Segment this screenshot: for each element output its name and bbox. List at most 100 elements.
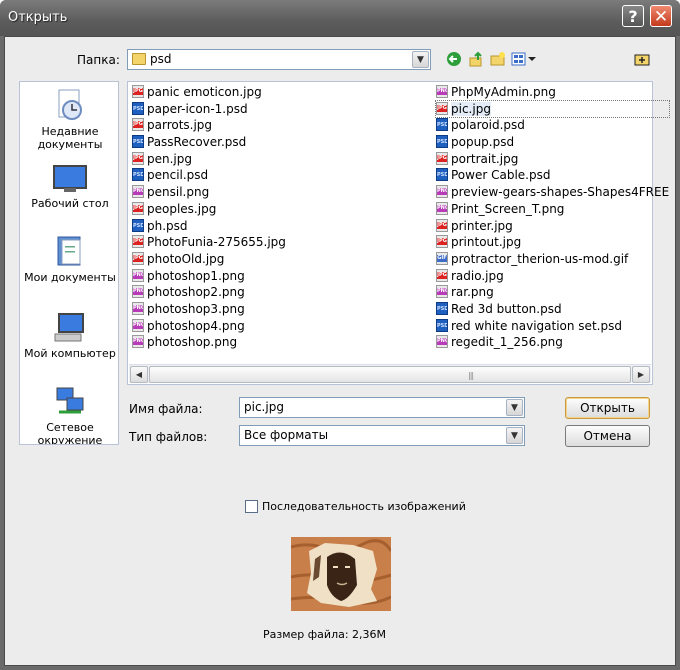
file-item[interactable]: JPG pic.jpg: [434, 99, 671, 119]
file-item[interactable]: JPG printer.jpg: [436, 218, 669, 235]
filename-input[interactable]: pic.jpg ▼: [239, 397, 525, 418]
file-name: photoOld.jpg: [147, 251, 225, 266]
file-item[interactable]: PNG photoshop.png: [132, 334, 286, 351]
file-item[interactable]: PNG photoshop4.png: [132, 318, 286, 335]
open-button[interactable]: Открыть: [565, 397, 650, 419]
file-size-label: Размер файла: 2,36M: [263, 628, 387, 641]
horizontal-scrollbar[interactable]: ◀ ||| ▶: [129, 364, 651, 383]
file-item[interactable]: PSD popup.psd: [436, 134, 669, 151]
file-name: rar.png: [451, 285, 494, 300]
dialog-body: Папка: psd ▼ Недавние документы Рабочий …: [4, 36, 676, 666]
jpg-file-icon: JPG: [436, 268, 448, 282]
file-item[interactable]: JPG photoOld.jpg: [132, 251, 286, 268]
file-name: polaroid.psd: [451, 118, 525, 133]
place-desktop[interactable]: Рабочий стол: [20, 164, 118, 210]
folder-combo[interactable]: psd ▼: [127, 49, 431, 70]
file-name: Red 3d button.psd: [451, 301, 562, 316]
png-file-icon: PNG: [132, 285, 144, 299]
file-item[interactable]: JPG peoples.jpg: [132, 201, 286, 218]
image-sequence-checkbox[interactable]: [245, 500, 258, 513]
file-column-left: JPG panic emoticon.jpg PSD paper-icon-1.psd…: [132, 84, 286, 351]
my-documents-icon: [55, 234, 85, 268]
psd-file-icon: PSD: [436, 168, 448, 182]
file-name: peoples.jpg: [147, 201, 217, 216]
file-item[interactable]: JPG pen.jpg: [132, 151, 286, 168]
place-recent-documents[interactable]: Недавние документы: [20, 88, 118, 151]
file-name: radio.jpg: [451, 268, 504, 283]
png-file-icon: PNG: [436, 335, 448, 349]
file-item[interactable]: JPG PhotoFunia-275655.jpg: [132, 234, 286, 251]
file-name: panic emoticon.jpg: [147, 85, 262, 99]
file-item[interactable]: PNG rar.png: [436, 284, 669, 301]
file-item[interactable]: PSD paper-icon-1.psd: [132, 101, 286, 118]
file-name: printer.jpg: [451, 218, 513, 233]
file-name: popup.psd: [451, 135, 515, 150]
file-item[interactable]: PNG preview-gears-shapes-Shapes4FREE: [436, 184, 669, 201]
file-item[interactable]: PSD Power Cable.psd: [436, 167, 669, 184]
back-icon[interactable]: [445, 51, 463, 69]
new-folder-icon[interactable]: [489, 51, 507, 69]
file-item[interactable]: PSD polaroid.psd: [436, 117, 669, 134]
chevron-down-icon[interactable]: ▼: [412, 51, 429, 68]
png-file-icon: PNG: [436, 185, 448, 199]
file-name: PhpMyAdmin.png: [451, 85, 556, 99]
file-item[interactable]: PNG Print_Screen_T.png: [436, 201, 669, 218]
scroll-thumb[interactable]: |||: [149, 366, 631, 383]
cancel-button[interactable]: Отмена: [565, 425, 650, 447]
place-network[interactable]: Сетевое окружение: [20, 386, 118, 445]
favorite-folder-icon[interactable]: [633, 51, 651, 69]
file-item[interactable]: PNG PhpMyAdmin.png: [436, 84, 669, 101]
file-item[interactable]: PNG pensil.png: [132, 184, 286, 201]
title-bar[interactable]: Открыть ? ✕: [0, 0, 680, 36]
file-name: preview-gears-shapes-Shapes4FREE: [451, 185, 670, 200]
scroll-left-button[interactable]: ◀: [130, 366, 148, 383]
scroll-right-button[interactable]: ▶: [632, 366, 650, 383]
jpg-file-icon: JPG: [436, 151, 448, 165]
file-item[interactable]: PSD ph.psd: [132, 218, 286, 235]
file-name: printout.jpg: [451, 235, 522, 250]
place-label: Сетевое окружение: [37, 421, 103, 445]
file-item[interactable]: PSD PassRecover.psd: [132, 134, 286, 151]
filetype-label: Тип файлов:: [129, 430, 208, 444]
file-name: portrait.jpg: [451, 151, 519, 166]
file-item[interactable]: JPG printout.jpg: [436, 234, 669, 251]
filetype-select[interactable]: Все форматы ▼: [239, 425, 525, 446]
view-menu-icon[interactable]: [511, 51, 537, 69]
file-column-right: PNG PhpMyAdmin.png JPG pic.jpg PSD polaroid.p…: [434, 84, 671, 351]
file-item[interactable]: PSD Red 3d button.psd: [436, 301, 669, 318]
file-item[interactable]: PSD pencil.psd: [132, 167, 286, 184]
filename-label: Имя файла:: [129, 402, 203, 416]
up-folder-icon[interactable]: [467, 51, 485, 69]
file-item[interactable]: JPG portrait.jpg: [436, 151, 669, 168]
file-item[interactable]: PNG photoshop1.png: [132, 268, 286, 285]
file-name: PassRecover.psd: [147, 135, 247, 150]
place-label: Мой компьютер: [24, 347, 116, 360]
file-item[interactable]: PNG photoshop3.png: [132, 301, 286, 318]
file-item[interactable]: PNG photoshop2.png: [132, 284, 286, 301]
portrait-preview-image: [291, 537, 391, 611]
file-item[interactable]: PNG regedit_1_256.png: [436, 334, 669, 351]
file-item[interactable]: JPG radio.jpg: [436, 268, 669, 285]
my-computer-icon: [53, 312, 87, 344]
chevron-down-icon[interactable]: ▼: [506, 399, 523, 416]
jpg-file-icon: JPG: [132, 118, 144, 132]
file-list[interactable]: JPG panic emoticon.jpg PSD paper-icon-1.psd…: [127, 81, 671, 385]
close-button[interactable]: ✕: [650, 5, 672, 27]
file-item[interactable]: JPG parrots.jpg: [132, 117, 286, 134]
png-file-icon: PNG: [132, 185, 144, 199]
help-button[interactable]: ?: [622, 5, 644, 27]
desktop-icon: [52, 164, 88, 194]
psd-file-icon: PSD: [436, 318, 448, 332]
file-item[interactable]: GIF protractor_therion-us-mod.gif: [436, 251, 669, 268]
places-bar: Недавние документы Рабочий стол Мои доку…: [19, 81, 119, 445]
place-my-computer[interactable]: Мой компьютер: [20, 312, 118, 360]
folder-label: Папка:: [77, 53, 120, 67]
chevron-down-icon[interactable]: ▼: [506, 427, 523, 444]
filetype-value: Все форматы: [244, 428, 329, 442]
file-name: photoshop2.png: [147, 285, 245, 300]
place-label: Рабочий стол: [31, 197, 109, 210]
file-name: PhotoFunia-275655.jpg: [147, 235, 286, 250]
file-item[interactable]: PSD red white navigation set.psd: [436, 318, 669, 335]
file-item[interactable]: JPG panic emoticon.jpg: [132, 84, 286, 101]
place-my-documents[interactable]: Мои документы: [20, 234, 118, 284]
